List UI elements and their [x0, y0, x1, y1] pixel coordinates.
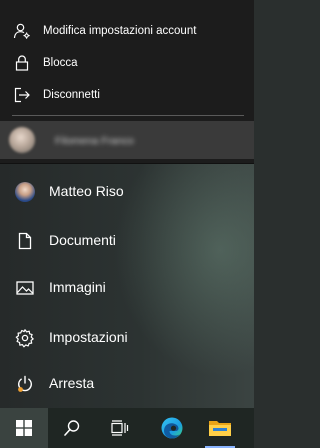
settings-item[interactable]: Impostazioni	[0, 314, 254, 362]
search-button[interactable]	[48, 408, 96, 448]
gear-icon	[15, 329, 34, 348]
power-label: Arresta	[49, 375, 95, 391]
task-view-icon	[111, 420, 129, 436]
pictures-item[interactable]: Immagini	[0, 264, 254, 312]
sign-out-icon	[14, 87, 30, 103]
pictures-label: Immagini	[49, 279, 106, 295]
user-name-label: Matteo Riso	[49, 183, 124, 199]
lock-label: Blocca	[43, 57, 78, 69]
user-avatar	[15, 182, 35, 202]
edge-icon	[161, 417, 183, 439]
taskbar	[0, 408, 254, 448]
documents-label: Documenti	[49, 232, 116, 248]
edge-button[interactable]	[148, 408, 196, 448]
power-item[interactable]: Arresta	[0, 360, 254, 408]
search-icon	[64, 420, 80, 436]
file-explorer-button[interactable]	[196, 408, 244, 448]
lock-icon	[15, 55, 29, 71]
account-settings-icon	[13, 23, 30, 39]
switch-user-item[interactable]: Filomena Franco	[0, 121, 254, 159]
power-icon	[18, 375, 32, 392]
avatar	[9, 127, 35, 153]
change-account-settings-label: Modifica impostazioni account	[43, 25, 197, 37]
change-account-settings-item[interactable]: Modifica impostazioni account	[0, 15, 254, 47]
folder-icon	[209, 421, 231, 436]
sign-out-label: Disconnetti	[43, 89, 100, 101]
documents-item[interactable]: Documenti	[0, 217, 254, 265]
account-flyout: Modifica impostazioni account Blocca Dis…	[0, 0, 254, 164]
lock-item[interactable]: Blocca	[0, 47, 254, 79]
pictures-icon	[16, 281, 34, 295]
sign-out-item[interactable]: Disconnetti	[0, 79, 254, 111]
windows-logo-icon	[16, 420, 32, 436]
user-account-item[interactable]: Matteo Riso	[0, 168, 254, 216]
start-button[interactable]	[0, 408, 48, 448]
document-icon	[18, 232, 32, 250]
divider	[12, 115, 244, 116]
task-view-button[interactable]	[96, 408, 144, 448]
settings-label: Impostazioni	[49, 329, 128, 345]
switch-user-name: Filomena Franco	[55, 135, 134, 147]
